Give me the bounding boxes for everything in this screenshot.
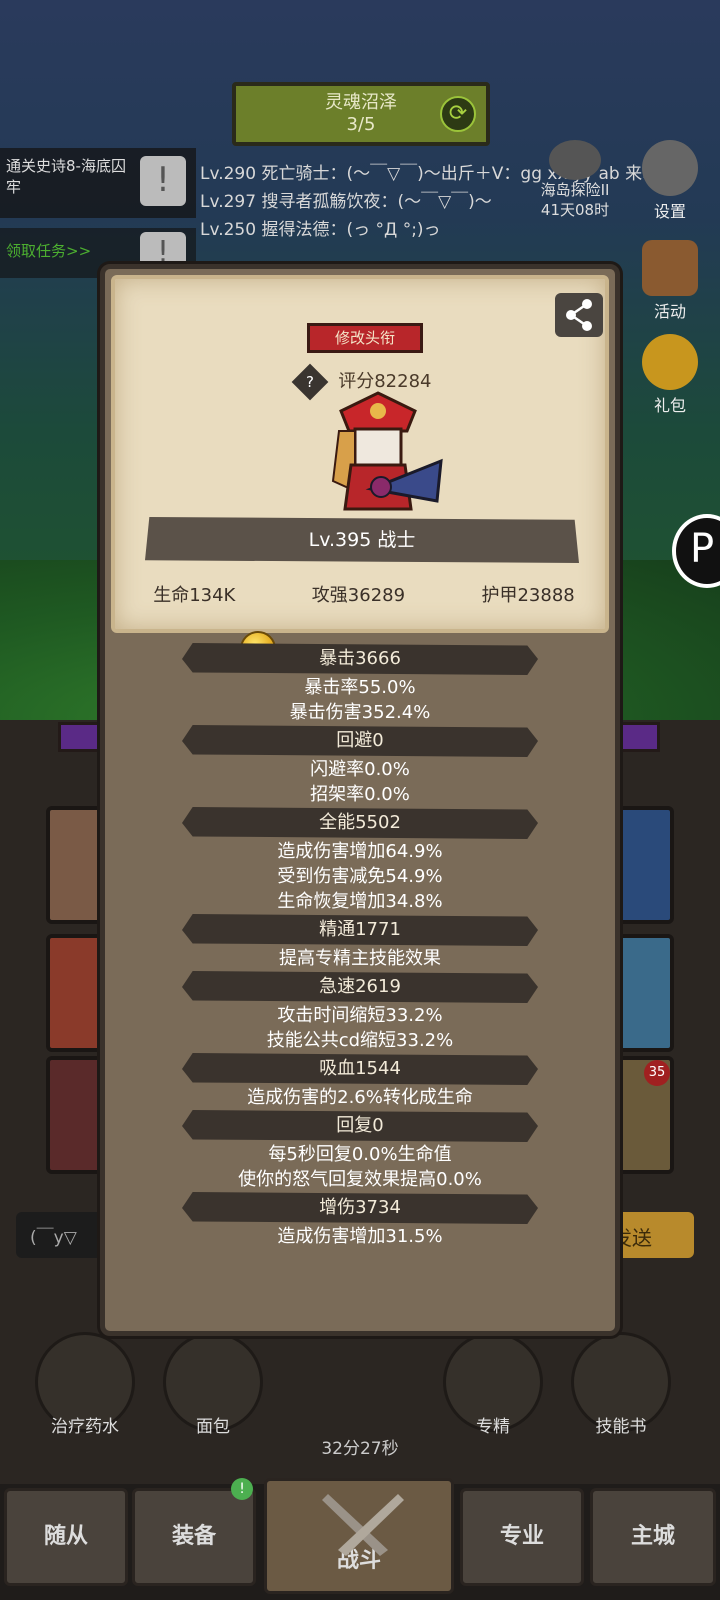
specialty-label: 专精	[476, 1417, 510, 1437]
attr-header: 急速2619	[182, 971, 538, 1003]
tab-equipment[interactable]: 装备	[132, 1488, 256, 1586]
crossed-swords-icon	[322, 1494, 404, 1556]
gear-icon	[642, 140, 698, 196]
skill-book-button[interactable]: 技能书	[566, 1332, 676, 1442]
gift-icon	[642, 334, 698, 390]
attr-detail: 技能公共cd缩短33.2%	[266, 1030, 454, 1051]
island-event[interactable]: 海岛探险II 41天08时	[520, 140, 630, 220]
attr-detail: 攻击时间缩短33.2%	[277, 1005, 443, 1026]
tab-profession[interactable]: 专业	[460, 1488, 584, 1586]
tab-city[interactable]: 主城	[590, 1488, 716, 1586]
attr-detail: 造成伤害增加31.5%	[277, 1226, 443, 1247]
attack-stat: 攻强36289	[311, 585, 406, 606]
island-icon	[549, 140, 601, 180]
skill-book-label: 技能书	[595, 1417, 647, 1437]
slot-level-badge: 35	[644, 1060, 670, 1086]
island-time: 41天08时	[540, 201, 610, 219]
character-stats-panel: 修改头衔 ? 评分82284 Lv.395 战士 生命134K 攻强36289 …	[100, 264, 620, 1336]
attr-header: 吸血1544	[182, 1053, 538, 1085]
attr-detail: 招架率0.0%	[310, 784, 410, 805]
attr-detail: 每5秒回复0.0%生命值	[268, 1144, 452, 1165]
notification-badge: !	[231, 1478, 253, 1500]
character-card: 修改头衔 ? 评分82284 Lv.395 战士 生命134K 攻强36289 …	[111, 275, 609, 633]
exclamation-icon: !	[140, 156, 186, 206]
attr-header: 精通1771	[182, 914, 538, 946]
share-button[interactable]	[555, 293, 603, 337]
attribute-list: 暴击3666 暴击率55.0% 暴击伤害352.4% 回避0 闪避率0.0% 招…	[105, 631, 615, 1249]
attr-detail: 暴击率55.0%	[304, 677, 416, 698]
attr-detail: 生命恢复增加34.8%	[277, 891, 443, 912]
warrior-avatar	[331, 391, 443, 511]
potion-label: 治疗药水	[51, 1417, 119, 1437]
island-name: 海岛探险II	[540, 181, 610, 199]
bread-label: 面包	[196, 1417, 230, 1437]
potion-button[interactable]: 治疗药水	[30, 1332, 140, 1442]
settings-label: 设置	[653, 202, 686, 221]
hp-stat: 生命134K	[153, 585, 236, 606]
quest-tracker[interactable]: 通关史诗8-海底囚牢 !	[0, 148, 196, 218]
score-value: 评分82284	[338, 371, 432, 392]
attr-detail: 造成伤害的2.6%转化成生命	[247, 1087, 473, 1108]
gift-button[interactable]: 礼包	[630, 334, 710, 416]
activity-label: 活动	[653, 302, 686, 321]
attr-header: 暴击3666	[182, 643, 538, 675]
edit-title-button[interactable]: 修改头衔	[307, 323, 423, 353]
specialty-button[interactable]: 专精	[438, 1332, 548, 1442]
refresh-icon[interactable]: ⟳	[440, 96, 476, 132]
quest-name: 通关史诗8-海底囚牢	[6, 157, 126, 196]
gift-label: 礼包	[653, 396, 686, 415]
settings-button[interactable]: 设置	[630, 140, 710, 222]
attr-detail: 提高专精主技能效果	[279, 948, 441, 969]
tab-followers[interactable]: 随从	[4, 1488, 128, 1586]
attr-detail: 暴击伤害352.4%	[289, 702, 431, 723]
chest-timer: 32分27秒	[321, 1439, 399, 1459]
attr-header: 全能5502	[182, 807, 538, 839]
attr-header: 增伤3734	[182, 1192, 538, 1224]
attr-detail: 闪避率0.0%	[310, 759, 410, 780]
task-link-label: 领取任务>>	[6, 242, 92, 260]
attr-detail: 造成伤害增加64.9%	[277, 841, 443, 862]
activity-button[interactable]: 活动	[630, 240, 710, 322]
scroll-icon	[642, 240, 698, 296]
attr-header: 回复0	[182, 1110, 538, 1142]
quest-progress-bar[interactable]: 灵魂沼泽 3/5 ⟳	[232, 82, 490, 146]
level-class-banner: Lv.395 战士	[145, 517, 579, 563]
attr-header: 回避0	[182, 725, 538, 757]
attr-detail: 使你的怒气回复效果提高0.0%	[238, 1169, 482, 1190]
share-icon	[566, 299, 592, 331]
bread-button[interactable]: 面包	[158, 1332, 268, 1442]
armor-stat: 护甲23888	[481, 585, 575, 606]
attr-detail: 受到伤害减免54.9%	[277, 866, 443, 887]
core-stats: 生命134K 攻强36289 护甲23888	[115, 581, 613, 607]
